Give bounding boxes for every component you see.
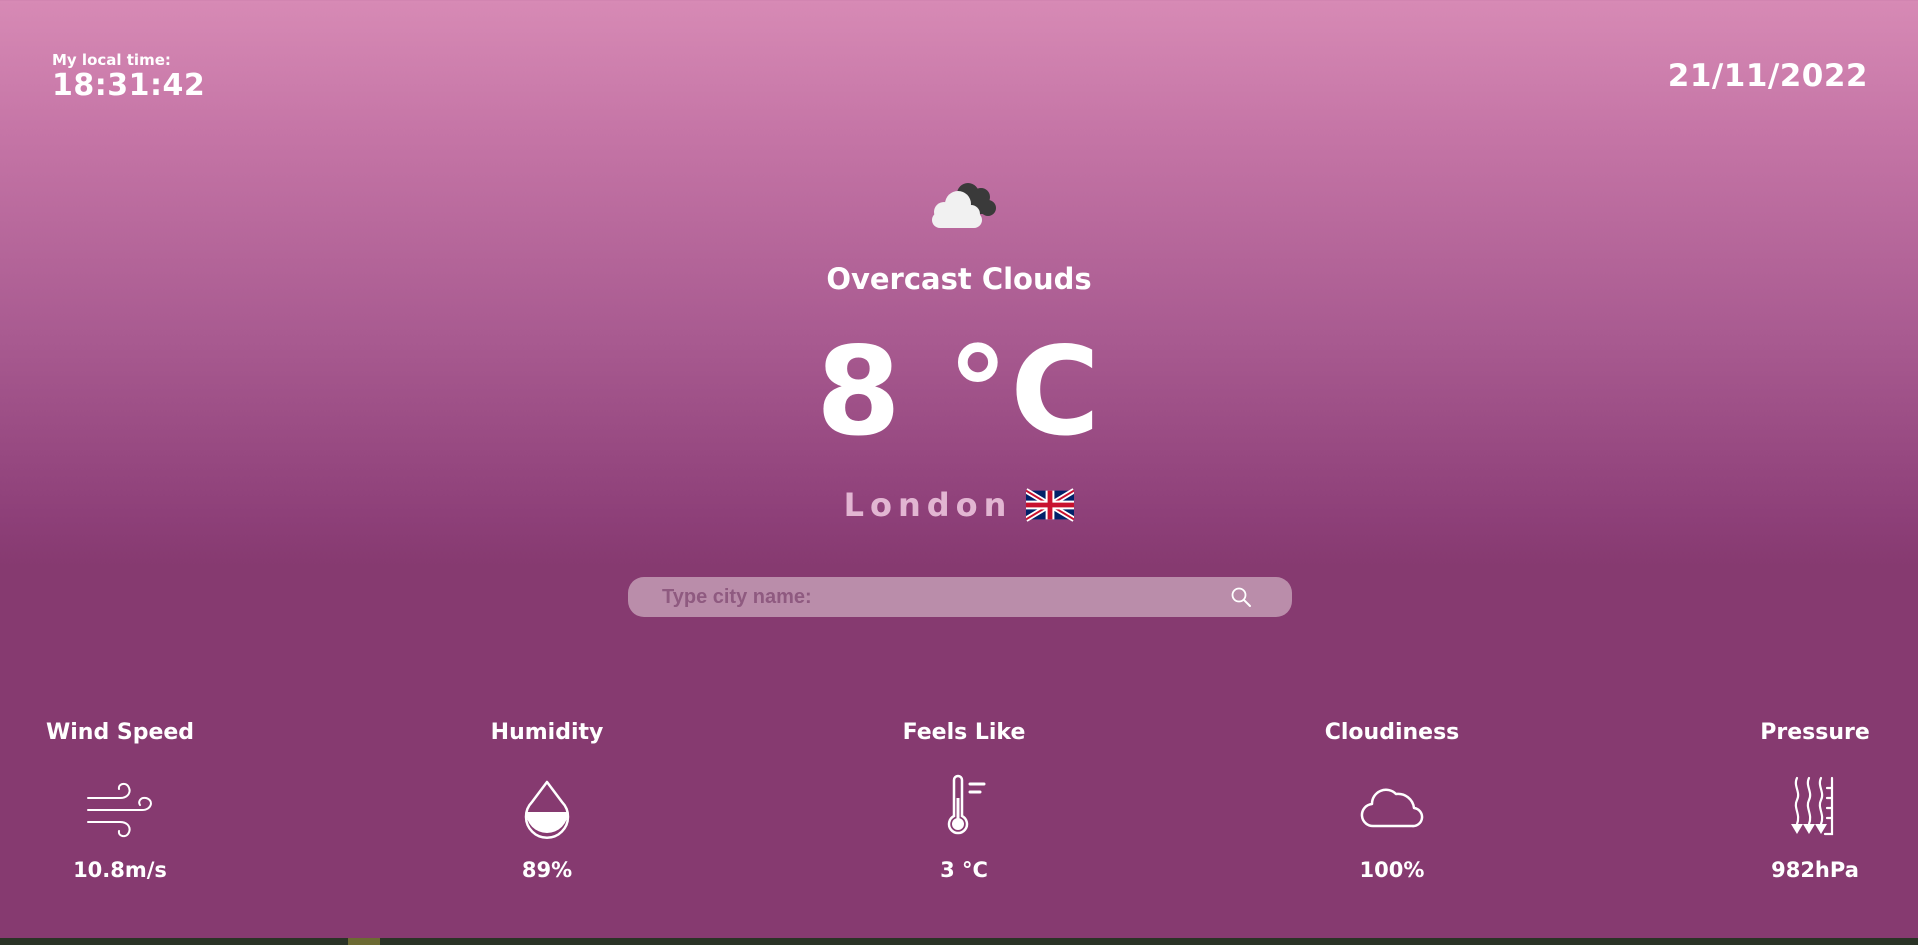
metric-value: 10.8m/s xyxy=(73,858,167,882)
local-time-label: My local time: xyxy=(52,51,171,69)
cloud-icon xyxy=(1360,788,1424,828)
metric-value: 982hPa xyxy=(1771,858,1859,882)
metric-feels-like: Feels Like 3 °C xyxy=(844,720,1084,882)
wind-icon xyxy=(87,782,152,838)
city-name: London xyxy=(843,486,1013,524)
location-row: London xyxy=(0,486,1918,524)
local-time-clock: 18:31:42 xyxy=(52,68,206,103)
metric-pressure: Pressure 982hPa xyxy=(1695,720,1918,882)
uk-flag-icon xyxy=(1026,488,1075,522)
metric-value: 100% xyxy=(1359,858,1425,882)
metric-wind-speed: Wind Speed 10.8m/s xyxy=(0,720,240,882)
pressure-icon xyxy=(1791,776,1834,836)
metric-label: Pressure xyxy=(1760,720,1870,745)
thermometer-icon xyxy=(947,774,986,835)
metric-label: Wind Speed xyxy=(45,720,195,745)
city-search-input[interactable] xyxy=(662,577,1222,617)
weather-description: Overcast Clouds xyxy=(826,262,1092,296)
water-drop-icon xyxy=(524,780,570,839)
overcast-clouds-icon xyxy=(932,183,996,228)
metric-label: Feels Like xyxy=(902,720,1026,745)
taskbar-strip xyxy=(0,938,1918,945)
metric-value: 3 °C xyxy=(940,858,988,882)
temperature: 8 °C xyxy=(816,321,1102,463)
metric-label: Humidity xyxy=(490,720,604,745)
metric-label: Cloudiness xyxy=(1324,720,1460,745)
local-time-block: My local time: 18:31:42 xyxy=(52,51,205,103)
current-date: 21/11/2022 xyxy=(1667,58,1868,94)
city-search-bar xyxy=(628,577,1292,617)
metric-humidity: Humidity 89% xyxy=(427,720,667,882)
metric-value: 89% xyxy=(521,858,573,882)
metric-cloudiness: Cloudiness 100% xyxy=(1272,720,1512,882)
taskbar-item[interactable] xyxy=(348,938,380,945)
search-icon[interactable] xyxy=(1230,586,1252,608)
